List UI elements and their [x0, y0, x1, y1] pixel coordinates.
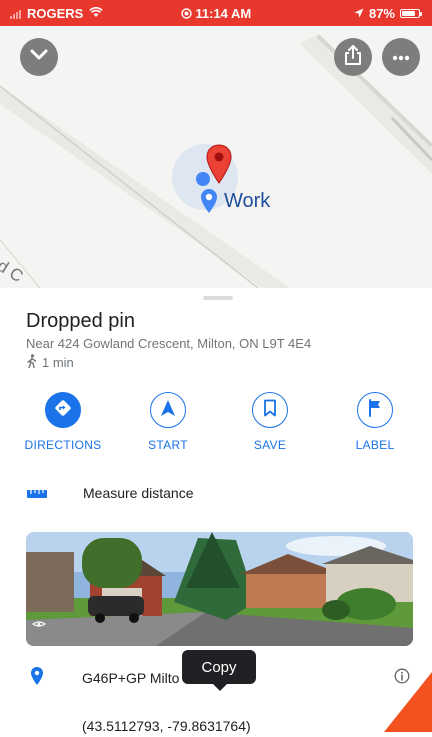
place-address: Near 424 Gowland Crescent, Milton, ON L9…: [26, 336, 312, 351]
bookmark-icon: [263, 399, 277, 422]
walk-time-row: 1 min: [26, 354, 74, 371]
battery-percent: 87%: [368, 6, 395, 21]
more-icon: [392, 48, 410, 66]
status-right-group: 87%: [354, 6, 422, 21]
work-place-label[interactable]: Work: [224, 190, 270, 213]
place-sheet: Dropped pin Near 424 Gowland Crescent, M…: [0, 288, 432, 737]
location-arrow-icon: [354, 6, 364, 21]
street-view-image: [26, 532, 413, 646]
battery-icon: [400, 9, 422, 18]
directions-button[interactable]: DIRECTIONS: [13, 392, 113, 452]
directions-icon: [53, 398, 73, 423]
label-label: LABEL: [355, 438, 395, 452]
place-title: Dropped pin: [26, 310, 135, 332]
measure-distance-label: Measure distance: [83, 485, 194, 501]
start-circle: [150, 392, 186, 428]
save-circle: [252, 392, 288, 428]
plus-code-location-icon: [30, 666, 44, 691]
coordinates-value[interactable]: (43.5112793, -79.8631764): [82, 718, 251, 734]
flag-icon: [368, 398, 382, 422]
walk-time: 1 min: [42, 355, 74, 370]
label-button[interactable]: LABEL: [325, 392, 425, 452]
battery-fill: [402, 11, 415, 16]
status-bar: ROGERS 11:14 AM 87%: [0, 0, 432, 26]
directions-circle: [45, 392, 81, 428]
more-button[interactable]: [382, 38, 420, 76]
walking-icon: [26, 354, 38, 371]
map-view[interactable]: d C Work: [0, 26, 432, 288]
copy-tooltip[interactable]: Copy: [182, 650, 256, 691]
save-label: SAVE: [253, 438, 287, 452]
start-label: START: [148, 438, 188, 452]
sheet-drag-handle[interactable]: [203, 296, 233, 300]
navigation-arrow-icon: [160, 399, 176, 422]
start-button[interactable]: START: [118, 392, 218, 452]
copy-tooltip-label: Copy: [201, 658, 237, 676]
work-place-icon[interactable]: [200, 188, 218, 219]
directions-label: DIRECTIONS: [24, 438, 102, 452]
street-view-thumbnail[interactable]: [26, 532, 413, 646]
collapse-button[interactable]: [20, 38, 58, 76]
label-circle: [357, 392, 393, 428]
status-time: 11:14 AM: [195, 6, 252, 21]
action-bar: DIRECTIONS START SAVE LABEL: [0, 392, 432, 456]
ruler-icon: [26, 486, 48, 504]
save-button[interactable]: SAVE: [220, 392, 320, 452]
chevron-down-icon: [30, 48, 48, 66]
screen-record-icon: [181, 6, 196, 21]
corner-decoration: [384, 672, 432, 737]
dropped-pin-icon[interactable]: [206, 144, 232, 189]
share-icon: [344, 44, 362, 70]
street-view-360-icon: [31, 616, 47, 634]
share-button[interactable]: [334, 38, 372, 76]
plus-code-value: G46P+GP Milto: [82, 670, 180, 686]
measure-distance-row[interactable]: Measure distance: [26, 485, 194, 504]
